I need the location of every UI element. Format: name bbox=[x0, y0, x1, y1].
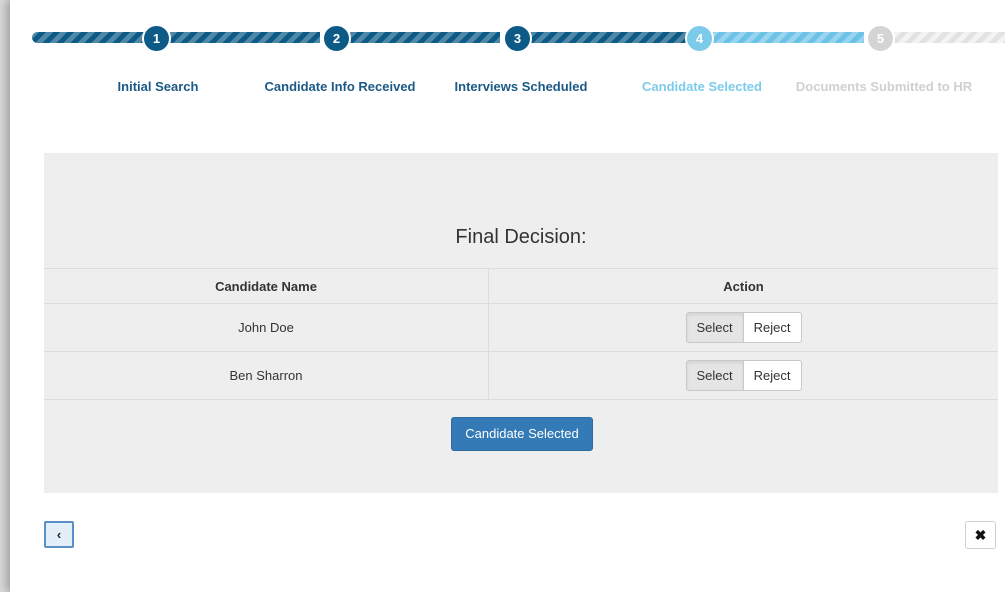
close-button[interactable]: ✖ bbox=[965, 521, 996, 549]
step-1-badge[interactable]: 1 bbox=[142, 24, 171, 53]
decision-toggle: Select Reject bbox=[685, 360, 802, 391]
progress-segment bbox=[712, 32, 864, 43]
step-5-badge: 5 bbox=[866, 24, 895, 53]
action-cell: Select Reject bbox=[488, 351, 998, 400]
step-2-badge[interactable]: 2 bbox=[322, 24, 351, 53]
table-row: John Doe Select Reject bbox=[44, 303, 998, 352]
back-button[interactable]: ‹ bbox=[44, 521, 74, 548]
step-4-label[interactable]: Candidate Selected bbox=[642, 79, 762, 94]
chevron-left-icon: ‹ bbox=[56, 527, 62, 542]
candidate-name-cell: John Doe bbox=[44, 303, 489, 352]
reject-button[interactable]: Reject bbox=[743, 360, 802, 391]
select-button[interactable]: Select bbox=[685, 312, 744, 343]
step-2-label[interactable]: Candidate Info Received bbox=[265, 79, 416, 94]
action-cell: Select Reject bbox=[488, 303, 998, 352]
candidate-name-cell: Ben Sharron bbox=[44, 351, 489, 400]
progress-segment bbox=[32, 32, 152, 43]
reject-button[interactable]: Reject bbox=[743, 312, 802, 343]
step-4-badge[interactable]: 4 bbox=[685, 24, 714, 53]
wizard-dialog: 1 2 3 4 5 Initial Search Candidate Info … bbox=[10, 0, 1005, 592]
progress-segment bbox=[170, 32, 320, 43]
progress-segment bbox=[530, 32, 688, 43]
final-decision-panel: Final Decision: Candidate Name Action Jo… bbox=[44, 153, 998, 493]
close-icon: ✖ bbox=[974, 527, 987, 543]
progress-segment bbox=[350, 32, 500, 43]
action-header: Action bbox=[488, 268, 998, 304]
step-1-label[interactable]: Initial Search bbox=[118, 79, 199, 94]
candidate-name-header: Candidate Name bbox=[44, 268, 489, 304]
final-decision-title: Final Decision: bbox=[455, 226, 587, 248]
candidate-selected-button[interactable]: Candidate Selected bbox=[451, 417, 593, 451]
step-3-badge[interactable]: 3 bbox=[503, 24, 532, 53]
progress-segment bbox=[894, 32, 1005, 43]
table-row: Ben Sharron Select Reject bbox=[44, 351, 998, 400]
decision-toggle: Select Reject bbox=[685, 312, 802, 343]
progress-wizard: 1 2 3 4 5 Initial Search Candidate Info … bbox=[10, 0, 1005, 110]
select-button[interactable]: Select bbox=[685, 360, 744, 391]
step-3-label[interactable]: Interviews Scheduled bbox=[455, 79, 588, 94]
table-header-row: Candidate Name Action bbox=[44, 268, 998, 304]
step-5-label: Documents Submitted to HR bbox=[795, 79, 973, 94]
candidates-table: Candidate Name Action John Doe Select Re… bbox=[44, 268, 998, 400]
